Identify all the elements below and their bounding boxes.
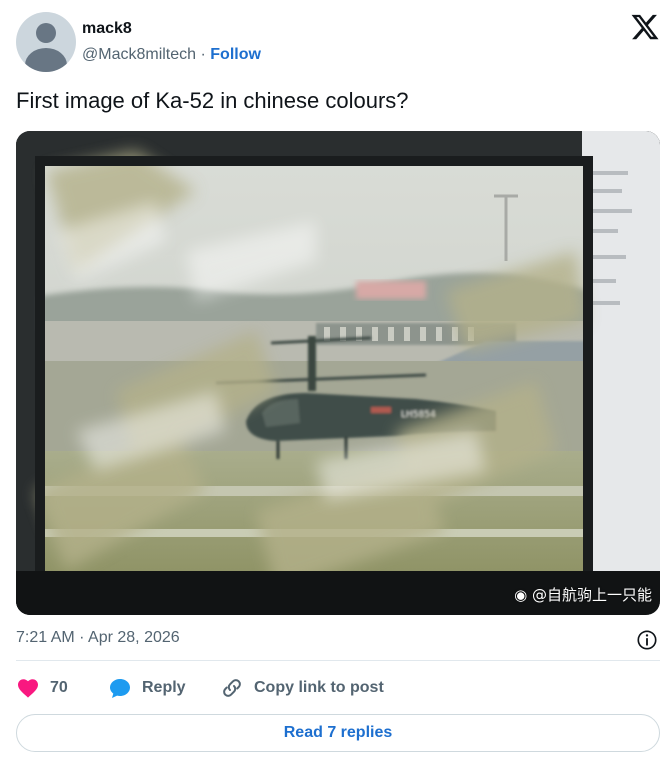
reply-label: Reply <box>142 679 186 696</box>
divider <box>16 660 660 661</box>
heart-icon <box>18 679 38 698</box>
tweet-text: First image of Ka-52 in chinese colours? <box>16 88 409 113</box>
link-icon <box>223 679 241 697</box>
x-logo-icon[interactable] <box>630 12 660 42</box>
author-handle-row: @Mack8miltech · Follow <box>82 46 261 64</box>
reply-button[interactable]: Reply <box>108 676 186 700</box>
like-button[interactable]: 70 <box>16 676 68 700</box>
separator: · <box>200 46 206 63</box>
avatar-body <box>25 48 67 72</box>
read-replies-button[interactable]: Read 7 replies <box>16 714 660 752</box>
tweet-timestamp[interactable]: 7:21 AM · Apr 28, 2026 <box>16 629 180 647</box>
author-handle[interactable]: @Mack8miltech <box>82 46 196 63</box>
helicopter-photo: LH5854 <box>16 131 660 615</box>
copy-link-label: Copy link to post <box>254 679 384 696</box>
like-count: 70 <box>50 679 68 696</box>
tweet-header: mack8 @Mack8miltech · Follow <box>16 10 660 72</box>
weibo-icon: ◉ <box>514 586 528 604</box>
copy-link-button[interactable]: Copy link to post <box>220 676 384 700</box>
reply-icon <box>110 679 130 698</box>
avatar-head <box>36 23 56 43</box>
photo-watermark: ◉ @自航驹上一只能 <box>514 584 652 605</box>
watermark-text: @自航驹上一只能 <box>531 586 652 604</box>
author-name[interactable]: mack8 <box>82 20 132 38</box>
tail-marking: LH5854 <box>401 410 436 420</box>
info-icon[interactable] <box>636 629 658 651</box>
follow-button[interactable]: Follow <box>210 46 261 63</box>
avatar[interactable] <box>16 12 76 72</box>
tweet-photo[interactable]: LH5854 ◉ @自航驹上一只能 <box>16 131 660 615</box>
